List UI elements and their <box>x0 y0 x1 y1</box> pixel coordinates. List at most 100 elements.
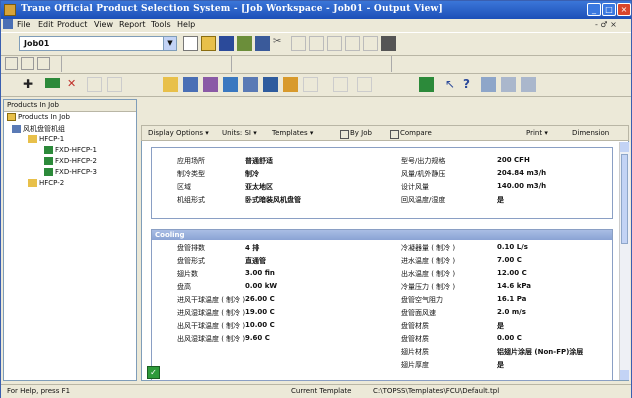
menu-help[interactable]: Help <box>177 20 195 29</box>
field-label: 盘管面风速 <box>401 309 436 317</box>
left-align-icon[interactable] <box>5 57 18 70</box>
field-value: 26.00 C <box>245 295 275 303</box>
scroll-down-button[interactable] <box>620 370 629 380</box>
delete-product-icon[interactable]: ✕ <box>67 77 82 92</box>
field-value: 亚太地区 <box>245 183 273 191</box>
field-label: 设计风量 <box>401 183 429 191</box>
field-label: 冷量压力 ( 制冷 ) <box>401 283 456 291</box>
format-toolbar <box>1 55 631 74</box>
refresh-icon[interactable] <box>357 77 372 92</box>
field-label: 制冷类型 <box>177 170 205 178</box>
mdi-controls[interactable]: - ♂ × <box>595 20 617 29</box>
cooling-section-title: Cooling <box>152 230 612 240</box>
status-template-label: Current Template <box>291 387 352 395</box>
status-help-text: For Help, press F1 <box>7 387 71 395</box>
field-value: 是 <box>497 361 504 369</box>
product-tree-pane: Products In Job Products In Job 风机盘管机组 H… <box>3 99 137 381</box>
tree-item[interactable]: FXD-HFCP-3 <box>44 168 97 176</box>
scroll-thumb[interactable] <box>621 154 628 244</box>
units-button[interactable]: Units: SI ▾ <box>222 129 257 137</box>
unit-icon <box>44 157 53 165</box>
compare-label: Compare <box>400 129 432 137</box>
pointer-help-icon[interactable]: ↖ <box>445 77 460 92</box>
center-align-icon[interactable] <box>21 57 34 70</box>
menu-file[interactable]: File <box>17 20 30 29</box>
save-as-icon[interactable] <box>237 36 252 51</box>
menu-tools[interactable]: Tools <box>151 20 171 29</box>
field-label: 出水温度 ( 制冷 ) <box>401 270 456 278</box>
field-label: 回风温度/湿度 <box>401 196 446 204</box>
tree-root[interactable]: Products In Job <box>7 113 70 121</box>
save-all-icon[interactable] <box>255 36 270 51</box>
field-label: 翅片厚度 <box>401 361 429 369</box>
layout-icon[interactable] <box>263 77 278 92</box>
field-label: 盘管空气阻力 <box>401 296 443 304</box>
dimensions-button[interactable]: Dimension <box>572 129 609 137</box>
cooling-section: Cooling <box>151 229 613 381</box>
field-label: 盘管材质 <box>401 322 429 330</box>
print-button[interactable]: Print ▾ <box>526 129 548 137</box>
title-bar[interactable]: Trane Official Product Selection System … <box>1 1 631 19</box>
new-icon[interactable] <box>183 36 198 51</box>
menu-edit[interactable]: Edit <box>38 20 54 29</box>
field-value: 140.00 m3/h <box>497 182 547 190</box>
tree-item[interactable]: FXD-HFCP-1 <box>44 146 97 154</box>
menu-report[interactable]: Report <box>119 20 146 29</box>
by-job-checkbox[interactable] <box>340 130 349 139</box>
mail-icon[interactable] <box>363 36 378 51</box>
field-value: 直通管 <box>245 257 266 265</box>
tree-item[interactable]: HFCP-2 <box>28 179 64 187</box>
calculator-icon[interactable] <box>419 77 434 92</box>
display-options-button[interactable]: Display Options ▾ <box>148 129 209 137</box>
tree-item[interactable]: HFCP-1 <box>28 135 64 143</box>
tile-icon[interactable] <box>501 77 516 92</box>
open-folder-icon[interactable] <box>201 36 216 51</box>
minimize-button[interactable]: _ <box>587 3 601 16</box>
undo-icon[interactable] <box>303 77 318 92</box>
report-icon[interactable] <box>243 77 258 92</box>
chart-icon[interactable] <box>203 77 218 92</box>
copy-product-icon[interactable] <box>87 77 102 92</box>
field-label: 冷凝器量 ( 制冷 ) <box>401 244 456 252</box>
field-label: 翅片数 <box>177 270 198 278</box>
table-icon[interactable] <box>223 77 238 92</box>
delete-icon[interactable] <box>327 36 342 51</box>
copy-icon[interactable] <box>291 36 306 51</box>
folder-icon[interactable] <box>163 77 178 92</box>
paste-icon[interactable] <box>309 36 324 51</box>
menu-view[interactable]: View <box>94 20 113 29</box>
tree-item[interactable]: 风机盘管机组 <box>12 124 65 134</box>
field-label: 应用场所 <box>177 157 205 165</box>
menu-product[interactable]: Product <box>57 20 87 29</box>
templates-button[interactable]: Templates ▾ <box>272 129 313 137</box>
chevron-down-icon[interactable]: ▼ <box>163 37 176 50</box>
run-icon[interactable]: ✓ <box>147 366 160 379</box>
move-product-icon[interactable] <box>107 77 122 92</box>
unit-icon <box>44 168 53 176</box>
right-align-icon[interactable] <box>37 57 50 70</box>
close-button[interactable]: × <box>617 3 631 16</box>
schedule-icon[interactable] <box>283 77 298 92</box>
vertical-scrollbar[interactable] <box>619 142 630 380</box>
field-label: 翅片材质 <box>401 348 429 356</box>
find-icon[interactable] <box>345 36 360 51</box>
field-label: 进风干球温度 ( 制冷 ) <box>177 296 246 304</box>
cut-icon[interactable]: ✂ <box>273 36 288 51</box>
info-icon[interactable]: ? <box>463 77 478 92</box>
folder-icon <box>7 113 16 121</box>
redo-icon[interactable] <box>333 77 348 92</box>
maximize-button[interactable]: □ <box>602 3 616 16</box>
add-product-icon[interactable]: ✚ <box>23 77 38 92</box>
cascade-icon[interactable] <box>521 77 536 92</box>
application-window: Trane Official Product Selection System … <box>0 0 632 398</box>
product-icon[interactable] <box>45 78 60 88</box>
window-icon[interactable] <box>481 77 496 92</box>
grid-icon[interactable] <box>183 77 198 92</box>
scroll-up-button[interactable] <box>620 142 629 152</box>
compare-checkbox[interactable] <box>390 130 399 139</box>
job-combo[interactable]: Job01 ▼ <box>19 36 177 51</box>
field-value: 14.6 kPa <box>497 282 532 290</box>
print-icon[interactable] <box>381 36 396 51</box>
tree-item[interactable]: FXD-HFCP-2 <box>44 157 97 165</box>
save-icon[interactable] <box>219 36 234 51</box>
